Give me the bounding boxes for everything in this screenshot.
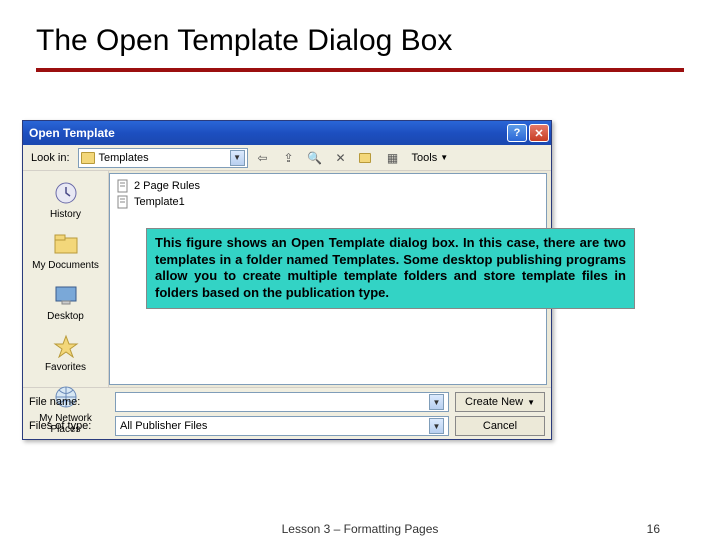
folder-icon [50,230,82,258]
delete-button[interactable]: ✕ [330,148,352,168]
file-name: Template1 [134,196,185,208]
close-button[interactable]: ✕ [529,124,549,142]
star-icon [50,332,82,360]
footer-page-number: 16 [647,522,660,536]
place-label: My Documents [32,260,99,271]
button-label: Create New [465,396,523,408]
chevron-down-icon: ▼ [230,150,245,166]
views-button[interactable]: ▦ [382,148,404,168]
chevron-down-icon: ▼ [440,153,448,162]
list-item[interactable]: Template1 [114,194,542,210]
folder-icon [81,152,95,164]
list-item[interactable]: 2 Page Rules [114,178,542,194]
dialog-titlebar: Open Template ? ✕ [23,121,551,145]
filetype-label: Files of type: [29,420,109,432]
file-name: 2 Page Rules [134,180,200,192]
place-label: Desktop [47,311,84,322]
filetype-dropdown[interactable]: All Publisher Files ▼ [115,416,449,436]
place-favorites[interactable]: Favorites [23,328,108,377]
place-label: History [50,209,81,220]
place-history[interactable]: History [23,175,108,224]
button-label: Cancel [483,420,517,432]
chevron-down-icon: ▼ [527,398,535,407]
lookin-label: Look in: [31,152,70,164]
callout-text: This figure shows an Open Template dialo… [155,235,626,300]
place-label: Favorites [45,362,86,373]
callout-box: This figure shows an Open Template dialo… [146,228,635,309]
create-new-button[interactable]: Create New ▼ [455,392,545,412]
slide-title: The Open Template Dialog Box [0,0,720,64]
place-mydocuments[interactable]: My Documents [23,226,108,275]
title-underline [36,68,684,72]
chevron-down-icon: ▼ [429,394,444,410]
back-button[interactable]: ⇦ [252,148,274,168]
places-bar: History My Documents Desktop Favorites [23,171,109,387]
folder-icon [359,153,371,163]
footer-center: Lesson 3 – Formatting Pages [0,522,720,536]
cancel-button[interactable]: Cancel [455,416,545,436]
tools-label: Tools [412,152,438,164]
chevron-down-icon: ▼ [429,418,444,434]
history-icon [50,179,82,207]
filetype-value: All Publisher Files [120,420,207,432]
document-icon [116,179,130,193]
dialog-toolbar: Look in: Templates ▼ ⇦ ⇪ 🔍 ✕ ▦ Tools ▼ [23,145,551,171]
up-button[interactable]: ⇪ [278,148,300,168]
tools-dropdown[interactable]: Tools ▼ [408,148,453,168]
place-desktop[interactable]: Desktop [23,277,108,326]
filename-label: File name: [29,396,109,408]
lookin-value: Templates [99,152,149,164]
lookin-dropdown[interactable]: Templates ▼ [78,148,248,168]
desktop-icon [50,281,82,309]
document-icon [116,195,130,209]
new-folder-button[interactable] [356,148,378,168]
search-button[interactable]: 🔍 [304,148,326,168]
filename-input[interactable]: ▼ [115,392,449,412]
dialog-title: Open Template [29,126,115,140]
help-button[interactable]: ? [507,124,527,142]
